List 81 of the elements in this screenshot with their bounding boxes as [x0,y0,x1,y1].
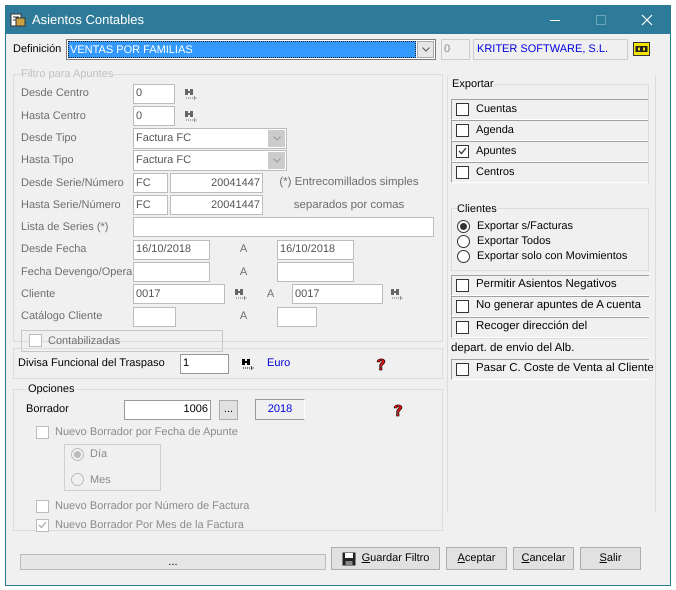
range-separator: A [238,242,248,258]
field-label: Hasta Tipo [21,153,75,168]
checkbox-label: Nuevo Borrador Por Mes de la Factura [55,518,244,533]
dialog-button[interactable]: Aceptar [446,547,507,570]
export-option[interactable]: Cuentas [451,98,648,120]
checkbox[interactable] [456,362,469,376]
window-title: Asientos Contables [32,11,144,30]
field-label: Catálogo Cliente [21,309,104,324]
input-field[interactable] [277,262,354,282]
code-field: 0 [441,38,470,60]
field-label: Desde Centro [21,86,90,102]
checkbox-label: Nuevo Borrador por Número de Factura [55,498,250,514]
field-label: Fecha Devengo/Opera [21,264,133,280]
input-field[interactable] [133,262,210,282]
field-label: Hasta Centro [21,108,87,124]
checkbox-label: Cuentas [476,102,517,117]
checkbox-label: No generar apuntes de A cuenta [476,298,641,314]
browse-button[interactable]: ... [219,400,238,420]
field-label: Definición [13,42,62,57]
checkbox[interactable] [456,102,469,116]
currency-name: Euro [267,356,292,372]
help-icon[interactable] [391,402,405,416]
radio-label: Exportar solo con Movimientos [477,249,628,264]
checkbox-label: Nuevo Borrador por Fecha de Apunte [55,425,238,440]
field-label: Desde Tipo [21,130,78,146]
checkbox-label: Contabilizadas [48,334,120,349]
help-icon[interactable] [374,356,388,370]
option-row[interactable]: Recoger dirección del [451,316,649,338]
radio-label: Mes [90,472,111,488]
checkbox[interactable] [456,320,469,334]
checkbox-label: Recoger dirección del [476,319,588,334]
range-separator: A [266,287,276,302]
group-title: Clientes [457,202,497,216]
export-option[interactable]: Apuntes [451,140,648,162]
radio-label: Exportar Todos [477,234,551,250]
option-row[interactable]: No generar apuntes de A cuenta [451,296,649,316]
export-option[interactable]: Agenda [451,120,648,140]
note-text: (*) Entrecomillados simples [278,175,420,190]
radio-label: Día [90,447,108,462]
app-icon [10,12,26,28]
field-label: Divisa Funcional del Traspaso [18,356,166,372]
radio-button[interactable] [457,250,470,263]
year-field: 2018 [255,399,305,420]
export-option[interactable]: Centros [451,162,648,182]
field-label: Cliente [21,287,56,302]
checkbox-label: Apuntes [476,144,516,159]
field-label: Desde Fecha [21,242,88,258]
checkbox[interactable] [456,166,469,178]
field-label: Borrador [26,402,70,418]
selected-text: VENTAS POR FAMILIAS [68,40,416,58]
dialog-button[interactable]: Salir [580,547,641,570]
option-text: depart. de envio del Alb. [451,340,574,356]
group-title: Exportar [452,77,494,92]
radio-button[interactable] [457,235,470,248]
checkbox[interactable] [456,124,469,136]
range-separator: A [238,264,248,280]
option-row[interactable]: Permitir Asientos Negativos [451,274,649,296]
range-separator: A [238,309,248,324]
field-label: Desde Serie/Número [21,176,125,191]
checkbox-label: Pasar C. Coste de Venta al Cliente [476,361,654,376]
input-field[interactable]: 1006 [124,400,211,420]
input-field[interactable] [133,217,434,238]
note-text: separados por comas [292,198,406,212]
checkbox-label: Agenda [476,122,514,138]
field-label: Lista de Series (*) [21,220,110,236]
field-label: Hasta Serie/Número [21,198,122,213]
checkbox-label: Centros [476,164,515,180]
dialog-button[interactable]: Cancelar [513,547,574,570]
checkbox-label: Permitir Asientos Negativos [476,277,617,292]
company-field: KRITER SOFTWARE, S.L. [473,38,628,60]
input-field[interactable] [277,306,317,327]
input-field[interactable]: 1 [180,354,229,374]
checkbox[interactable] [456,300,469,312]
group-title: Opciones [27,382,76,397]
radio-button[interactable] [457,220,470,233]
input-field[interactable] [133,306,176,327]
checkbox[interactable] [456,278,469,292]
save-filter-button[interactable]: Guardar Filtro [331,547,440,570]
status-bar: ... [20,554,326,570]
radio-label: Exportar s/Facturas [477,219,573,234]
checkbox[interactable] [456,144,469,158]
